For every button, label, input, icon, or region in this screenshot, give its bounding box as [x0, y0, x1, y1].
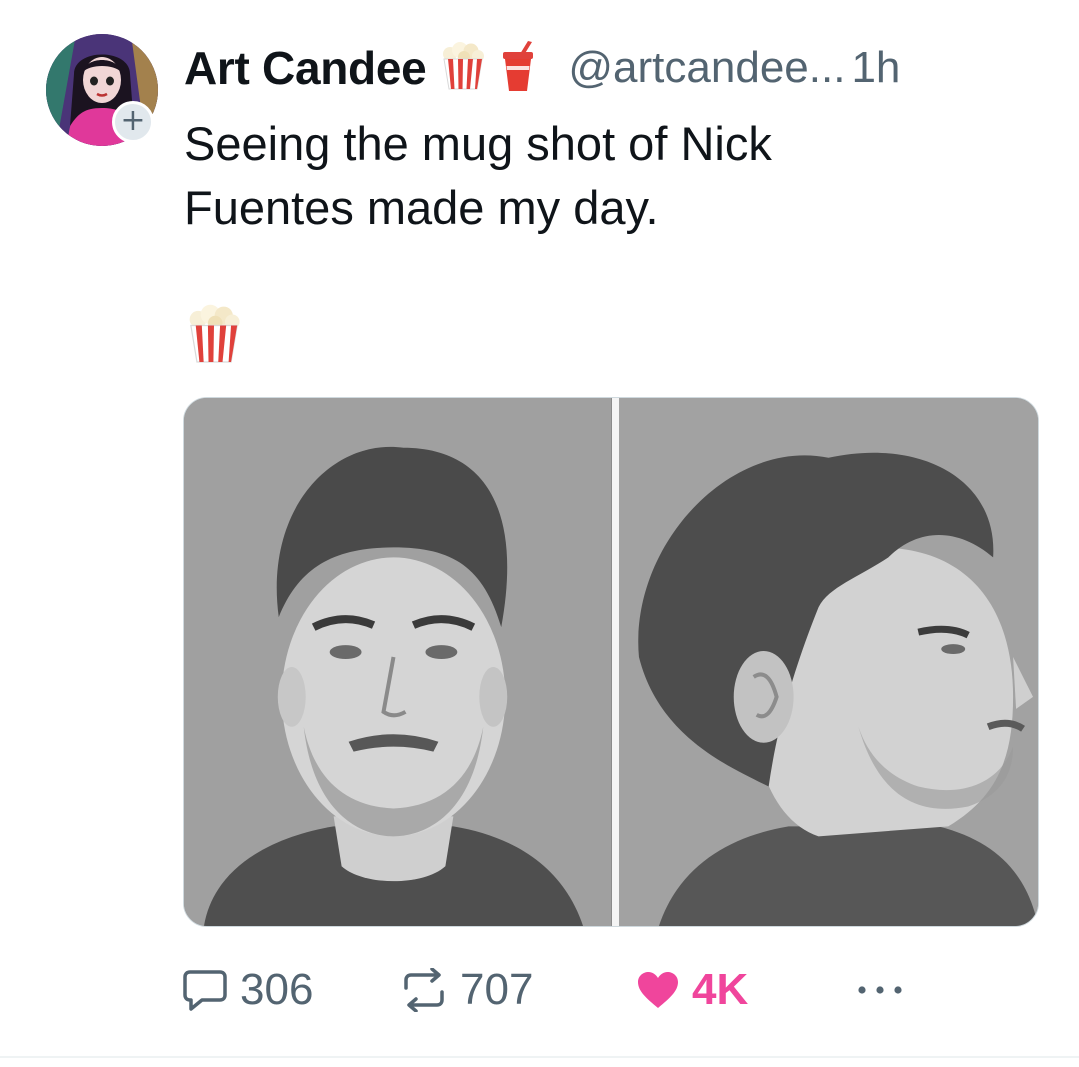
tweet-header: Art Candee @artcandee... 1h	[184, 36, 900, 100]
tweet-text-line: Seeing the mug shot of Nick	[184, 117, 772, 170]
more-icon	[858, 986, 902, 994]
user-handle[interactable]: @artcandee...	[568, 43, 845, 93]
reply-button[interactable]: 306	[182, 965, 382, 1015]
side-profile-photo[interactable]	[618, 398, 1038, 926]
tweet[interactable]: + Art Candee @artcandee... 1h Seeing the…	[0, 0, 1079, 1057]
timestamp[interactable]: 1h	[851, 43, 900, 93]
like-button[interactable]: 4K	[636, 965, 816, 1015]
heart-icon	[638, 972, 678, 1008]
retweet-count: 707	[460, 965, 534, 1014]
like-count: 4K	[692, 965, 749, 1014]
front-view-photo[interactable]	[184, 398, 611, 926]
tweet-text-line: Fuentes made my day.	[184, 181, 659, 234]
retweet-icon	[404, 968, 444, 1012]
action-bar: 306 707 4K	[182, 960, 904, 1020]
cup-with-straw-icon	[498, 40, 538, 97]
popcorn-icon	[440, 41, 486, 95]
retweet-button[interactable]: 707	[400, 965, 634, 1015]
tweet-divider	[0, 1056, 1079, 1058]
popcorn-icon	[186, 304, 242, 369]
reply-count: 306	[240, 965, 314, 1014]
follow-plus-badge[interactable]: +	[112, 101, 154, 143]
display-name[interactable]: Art Candee	[184, 41, 427, 95]
tweet-text: Seeing the mug shot of Nick Fuentes made…	[184, 112, 1014, 240]
more-button[interactable]	[856, 984, 904, 996]
reply-icon	[183, 970, 227, 1011]
tweet-media[interactable]	[183, 397, 1039, 927]
